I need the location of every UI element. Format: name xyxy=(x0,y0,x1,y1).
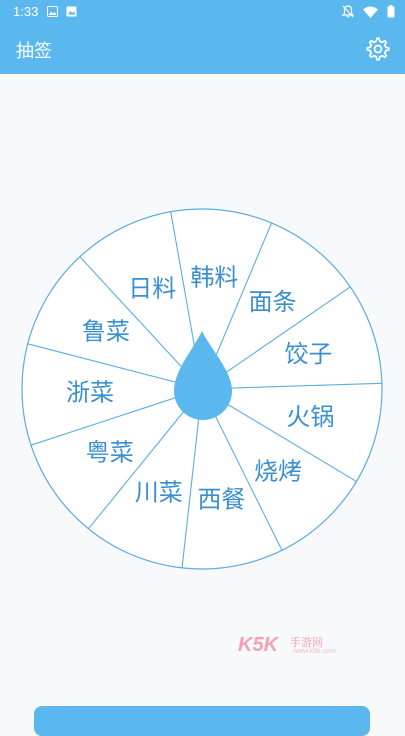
wheel-segment-label: 韩料 xyxy=(190,264,238,292)
wheel-segment-label: 面条 xyxy=(249,288,297,316)
status-time: 1:33 xyxy=(13,4,39,19)
wheel-segment-label: 火锅 xyxy=(286,403,334,431)
wheel-segment-label: 川菜 xyxy=(135,478,183,506)
start-button[interactable] xyxy=(34,706,370,736)
status-right-icons xyxy=(342,5,395,18)
wheel-area: 韩料 面条饺子火锅烧烤 西餐 川菜 粤菜 浙菜 鲁菜 日料 xyxy=(0,74,405,720)
status-bar: 1:33 xyxy=(0,0,405,24)
watermark-brand: K5K xyxy=(238,634,279,656)
notification-off-icon xyxy=(342,5,354,18)
wheel-segment-label: 西餐 xyxy=(197,485,245,513)
wheel-segment-label: 烧烤 xyxy=(254,457,302,485)
wheel-segment-label: 鲁菜 xyxy=(82,317,130,345)
wheel-segment-label: 浙菜 xyxy=(66,379,114,407)
watermark: K5K 手游网 www.k5k.com xyxy=(238,632,350,658)
wheel-segment-label: 粤菜 xyxy=(86,439,134,467)
battery-icon xyxy=(387,5,395,18)
wifi-icon xyxy=(363,6,378,18)
status-left-icons xyxy=(47,6,77,17)
wheel-segment-label: 日料 xyxy=(128,275,176,303)
image-icon xyxy=(47,6,58,17)
gear-icon[interactable] xyxy=(365,36,391,62)
app-title: 抽签 xyxy=(16,41,52,62)
watermark-url: www.k5k.com xyxy=(293,648,336,655)
lottery-wheel[interactable]: 韩料面条饺子火锅烧烤西餐川菜粤菜 浙菜 鲁菜 日料 xyxy=(0,74,405,720)
wheel-segment-label: 饺子 xyxy=(284,340,332,368)
photo-icon xyxy=(66,6,77,17)
app-bar: 抽签 xyxy=(0,24,405,74)
